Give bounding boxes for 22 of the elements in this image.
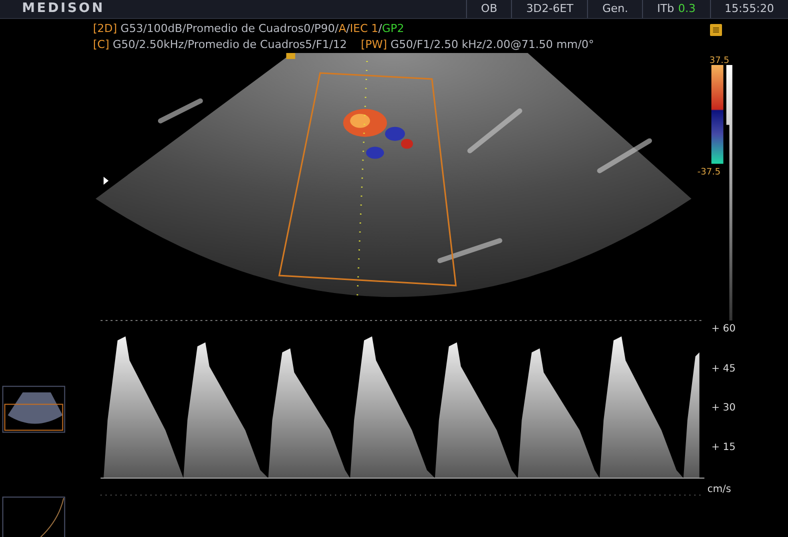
parameter-text: [PW] G50/F1/2.50 kHz/2.00@71.50 mm/0° bbox=[360, 38, 594, 52]
marker-icon bbox=[286, 52, 296, 59]
parameter-text: [2D] G53/100dB/Promedio de Cuadros0/P90/A/IEC 1/GP2 bbox=[93, 22, 404, 36]
logo-text: MEDISON bbox=[22, 2, 105, 16]
velocity-tick-label: + 60 bbox=[711, 323, 736, 334]
header-label: OB bbox=[466, 0, 512, 18]
velocity-unit-label: cm/s bbox=[707, 484, 732, 496]
velocity-tick-label: + 15 bbox=[711, 442, 736, 454]
sector-thumbnail[interactable] bbox=[2, 386, 66, 433]
play-icon bbox=[104, 176, 109, 185]
header-label: 3D2-6ET bbox=[511, 0, 588, 18]
header-label: ITb 0.3 bbox=[642, 0, 710, 18]
scale-min-label: -37.5 bbox=[697, 168, 721, 178]
header-label: 15:55:20 bbox=[710, 0, 788, 18]
header-label: Gen. bbox=[587, 0, 642, 18]
color-box[interactable] bbox=[278, 72, 457, 286]
velocity-tick-label: + 45 bbox=[711, 363, 736, 374]
scale-max-label: 37.5 bbox=[709, 56, 730, 66]
curve-thumbnail[interactable] bbox=[2, 496, 66, 537]
velocity-tick-label: + 30 bbox=[711, 402, 736, 414]
square-icon bbox=[710, 24, 722, 36]
parameter-text: [C] G50/2.50kHz/Promedio de Cuadros5/F1/12 bbox=[93, 38, 347, 52]
